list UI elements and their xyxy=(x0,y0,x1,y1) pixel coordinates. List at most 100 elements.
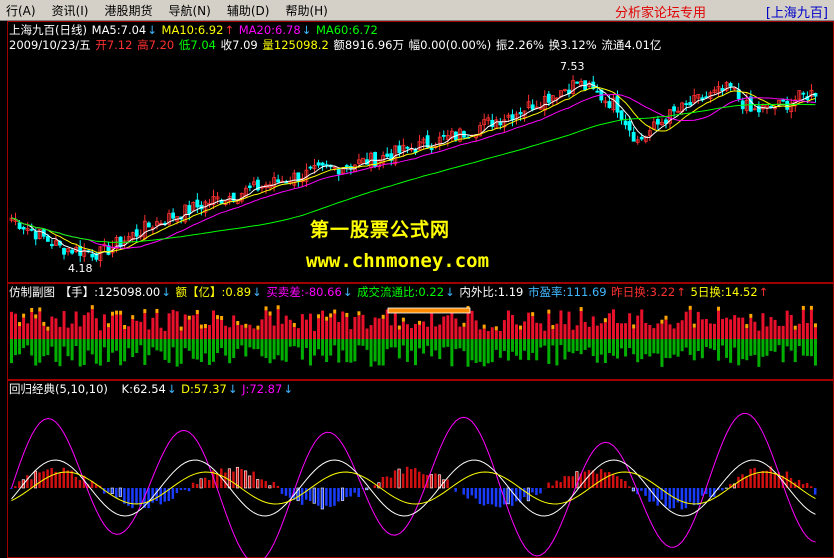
candle-body xyxy=(171,212,176,219)
volume-bar-down xyxy=(450,339,454,367)
volume-bar-down xyxy=(119,339,123,366)
volume-bar-up xyxy=(369,325,373,339)
volume-bar-cap xyxy=(203,324,207,329)
menu-trade[interactable]: 行(A) xyxy=(0,2,46,19)
volume-bar-cap xyxy=(187,315,191,320)
volume-bar-down xyxy=(280,339,284,361)
kdj-histogram-bar xyxy=(66,470,70,488)
volume-bar-down xyxy=(329,339,333,356)
volume-bar-down xyxy=(620,339,624,349)
volume-bar-down xyxy=(325,339,329,363)
kdj-histogram-bar xyxy=(478,488,482,505)
volume-bar-cap xyxy=(268,311,272,316)
kdj-histogram-bar xyxy=(684,488,688,509)
volume-bar-down xyxy=(353,339,357,362)
kdj-histogram-bar xyxy=(199,478,203,489)
volume-bar-down xyxy=(583,339,587,350)
menu-help[interactable]: 帮助(H) xyxy=(279,2,337,19)
kline-panel[interactable]: 上海九百(日线) MA5:7.04↓ MA10:6.92↑ MA20:6.78↓… xyxy=(0,21,834,283)
volume-bar-up xyxy=(325,320,329,339)
volume-bar-down xyxy=(611,339,615,356)
volume-bar-cap xyxy=(482,324,486,329)
volume-bar-down xyxy=(563,339,567,360)
kdj-histogram-bar xyxy=(115,488,118,498)
candle-body xyxy=(247,185,252,188)
volume-bar-up xyxy=(183,314,187,339)
volume-bar-up xyxy=(337,321,341,339)
volume-bar-down xyxy=(668,339,672,359)
volume-bar-down xyxy=(498,339,502,358)
volume-bar-up xyxy=(785,310,789,339)
candle-body xyxy=(623,120,628,126)
volume-bar-down xyxy=(813,339,817,366)
volume-bar-up xyxy=(458,326,462,339)
volume-bar-down xyxy=(640,339,644,360)
menu-news[interactable]: 资讯(I) xyxy=(46,2,99,19)
volume-bar-up xyxy=(628,313,632,339)
kdj-histogram-bar xyxy=(397,468,401,489)
volume-panel[interactable]: 仿制副图 【手】:125098.00↓ 额【亿】:0.89↓ 买卖差:-80.6… xyxy=(0,283,834,380)
volume-bar-up xyxy=(393,313,397,339)
menu-hk-futures[interactable]: 港股期货 xyxy=(98,2,162,19)
kdj-histogram-bar xyxy=(809,486,813,488)
volume-bar-down xyxy=(805,339,809,356)
volume-bar-down xyxy=(308,339,312,366)
volume-bar-up xyxy=(543,330,547,339)
volume-bar-down xyxy=(523,339,527,351)
volume-bar-down xyxy=(369,339,373,367)
candle-body xyxy=(308,166,313,169)
volume-bar-up xyxy=(717,310,720,339)
kdj-histogram-bar xyxy=(349,488,352,497)
volume-bar-up xyxy=(712,323,716,339)
volume-bar-up xyxy=(308,313,312,339)
volume-bar-up xyxy=(264,310,268,339)
kdj-histogram-bar xyxy=(599,469,603,488)
volume-bar-up xyxy=(58,326,62,339)
volume-bar-down xyxy=(515,339,518,356)
kdj-histogram-bar xyxy=(18,481,21,488)
volume-bar-up xyxy=(232,315,236,339)
volume-bar-up xyxy=(389,325,393,339)
volume-bar-cap xyxy=(143,309,147,314)
volume-bar-up xyxy=(292,326,296,339)
volume-bar-up xyxy=(515,324,518,339)
kdj-histogram-bar xyxy=(700,488,704,496)
volume-bar-up xyxy=(587,326,591,339)
volume-bar-down xyxy=(531,339,535,353)
volume-bar-up xyxy=(696,311,700,339)
volume-bar-down xyxy=(203,339,207,354)
volume-bar-up xyxy=(131,319,135,339)
volume-bar-up xyxy=(353,316,357,339)
volume-bar-up xyxy=(640,309,644,339)
volume-bar-up xyxy=(547,313,551,339)
menu-assist[interactable]: 辅助(D) xyxy=(221,2,280,19)
kdj-panel[interactable]: 回归经典(5,10,10) K:62.54↓ D:57.37↓ J:72.87↓ xyxy=(0,380,834,558)
volume-bar-up xyxy=(74,311,78,339)
volume-bar-down xyxy=(725,339,729,358)
volume-bar-up xyxy=(147,329,151,339)
volume-bar-down xyxy=(781,339,785,363)
volume-bar-cap xyxy=(292,322,296,327)
volume-bar-down xyxy=(70,339,74,361)
volume-bar-up xyxy=(644,322,648,339)
volume-bar-up xyxy=(82,315,86,339)
volume-bar-up xyxy=(357,315,361,339)
kdj-histogram-bar xyxy=(147,488,150,509)
kdj-histogram-bar xyxy=(248,475,252,489)
volume-bar-up xyxy=(656,323,660,339)
volume-bar-cap xyxy=(547,309,551,314)
kdj-histogram-bar xyxy=(118,487,122,497)
volume-bar-up xyxy=(777,325,781,339)
volume-bar-down xyxy=(14,339,18,356)
menu-navigate[interactable]: 导航(N) xyxy=(163,2,221,19)
candle-body xyxy=(684,103,689,106)
kdj-histogram-bar xyxy=(470,488,474,496)
kdj-histogram-bar xyxy=(624,480,627,488)
volume-bar-down xyxy=(490,339,494,363)
kline-chart xyxy=(9,75,818,268)
volume-bar-up xyxy=(341,311,345,339)
volume-bar-down xyxy=(94,339,98,364)
volume-bar-down xyxy=(789,339,793,351)
volume-bar-up xyxy=(236,325,240,339)
candle-body xyxy=(405,146,410,149)
